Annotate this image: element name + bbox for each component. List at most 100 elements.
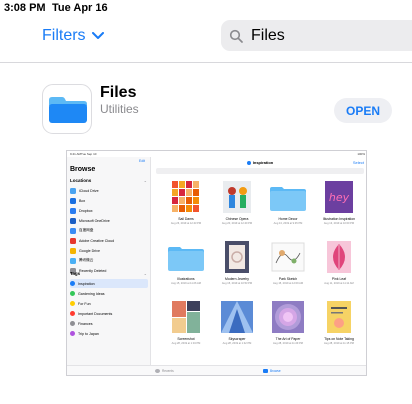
preview-file-name: Sail Dams (178, 217, 194, 221)
preview-location-label: 腾讯微云 (79, 258, 94, 262)
preview-location-label: iCloud Drive (79, 188, 99, 193)
search-icon (229, 29, 243, 43)
preview-edit-button: Edit (139, 159, 146, 163)
preview-select-button: Select (352, 160, 364, 165)
header-divider (0, 62, 412, 63)
svg-text:hey: hey (329, 191, 350, 204)
preview-file-name: Illustrations (177, 277, 195, 281)
file-thumbnail (319, 299, 359, 340)
preview-file-date: Aug 11, 2019 at 11:11 AM (324, 282, 354, 285)
preview-file-name: Illustration Inspiration (322, 217, 356, 221)
tag-dot-icon (70, 291, 75, 296)
file-thumbnail (217, 179, 257, 220)
preview-location-label: Box (79, 198, 86, 203)
preview-file-date: Aug 20, 2019 at 12:40 PM (221, 222, 253, 225)
preview-folder-title: Inspiration (152, 160, 366, 165)
file-thumbnail (217, 299, 257, 340)
location-icon (70, 227, 76, 234)
preview-tab-bar: Recents Browse (67, 365, 366, 375)
preview-location-item: Recently Deleted (70, 266, 148, 275)
preview-file-name: Modern Jewelry (225, 277, 249, 281)
preview-status-time: 9:41 AM (70, 152, 82, 156)
file-thumbnail (268, 299, 308, 340)
preview-file-name: Screenshot (177, 337, 195, 341)
preview-browse-title: Browse (70, 166, 96, 173)
tag-dot-icon (246, 160, 251, 165)
preview-file-date: Aug 28, 2019 at 1:42 PM (222, 342, 252, 345)
preview-file-date: Aug 13, 2019 at 9:45 PM (273, 222, 303, 225)
preview-file-date: Aug 26, 2019 at 12:43 PM (170, 222, 202, 225)
location-icon (70, 187, 76, 194)
location-icon (70, 257, 76, 264)
preview-location-label: Adobe Creative Cloud (79, 238, 115, 243)
open-button[interactable]: OPEN (334, 98, 392, 123)
preview-location-label: Dropbox (79, 208, 93, 213)
preview-file-name: The Art of Paper (275, 337, 301, 341)
folder-icon (268, 179, 308, 220)
preview-tag-item: Gardening Ideas (70, 289, 148, 298)
preview-tags-header: Tags (70, 271, 81, 276)
preview-main: Inspiration Select Sail Dams Aug 26, 2019… (152, 157, 366, 365)
file-thumbnail (319, 239, 359, 280)
preview-file-name: Chinese Opera (225, 217, 249, 221)
preview-location-item: Google Drive (70, 246, 148, 255)
preview-location-label: Microsoft OneDrive (79, 218, 110, 223)
file-thumbnail (166, 299, 206, 340)
preview-file-date: Aug 15, 2019 at 10:53 PM (221, 282, 253, 285)
app-icon[interactable] (42, 84, 92, 134)
location-icon (70, 247, 76, 254)
preview-file-name: Park Sketch (278, 277, 298, 281)
preview-file-name: Home Decor (278, 217, 298, 221)
preview-file-date: Aug 13, 2019 at 10:00 PM (323, 222, 355, 225)
preview-file-name: Pink Leaf (331, 277, 347, 281)
filters-button[interactable]: Filters (42, 26, 104, 46)
preview-location-label: Google Drive (79, 248, 100, 253)
folder-icon (43, 85, 91, 133)
preview-file-date: Aug 15, 2019 at 12:09 AM (273, 282, 303, 285)
app-name[interactable]: Files (100, 84, 136, 102)
preview-location-item: Adobe Creative Cloud (70, 236, 148, 245)
preview-locations-header: Locations (70, 178, 92, 183)
chevron-down-icon: ⌄ (143, 178, 147, 183)
preview-tab-browse: Browse (263, 369, 281, 373)
location-icon (70, 237, 76, 244)
preview-tag-label: Inspiration (78, 281, 95, 286)
preview-search-field (156, 168, 364, 174)
folder-icon (166, 239, 206, 280)
tag-dot-icon (70, 331, 75, 336)
tag-dot-icon (70, 281, 75, 286)
tag-dot-icon (70, 321, 75, 326)
folder-icon (263, 369, 268, 373)
status-time: 3:08 PM (4, 2, 46, 14)
preview-location-label: 百度网盘 (79, 228, 94, 232)
status-date: Tue Apr 16 (52, 2, 108, 14)
preview-file-date: Aug 15, 2019 at 11:26 AM (171, 282, 201, 285)
app-category: Utilities (100, 102, 139, 116)
preview-file-name: Skyscraper (228, 337, 246, 341)
preview-file-date: Aug 28, 2019 at 11:15 PM (324, 342, 354, 345)
chevron-down-icon: ⌄ (143, 271, 147, 276)
search-input[interactable]: Files (251, 27, 285, 45)
preview-location-item: Box (70, 196, 148, 205)
preview-tag-item: Trip to Japan (70, 329, 148, 338)
preview-tab-recents: Recents (155, 369, 174, 373)
preview-location-item: 腾讯微云 (70, 256, 148, 265)
preview-tag-label: For Fun (78, 301, 91, 306)
preview-file-name: Tips on Note Taking (324, 337, 354, 341)
preview-tag-item: Finances (70, 319, 148, 328)
preview-file-date: Aug 28, 2019 at 1:34 PM (171, 342, 201, 345)
preview-location-item: 百度网盘 (70, 226, 148, 235)
location-icon (70, 217, 76, 224)
search-field[interactable]: Files (221, 20, 412, 51)
file-thumbnail: hey (319, 179, 359, 220)
preview-sidebar: Edit Browse Locations ⌄ iCloud Drive Box D… (67, 157, 151, 365)
location-icon (70, 197, 76, 204)
preview-status-date: Tue Sep 10 (81, 152, 97, 156)
status-bar: 3:08 PM Tue Apr 16 (0, 0, 412, 16)
clock-icon (155, 369, 160, 373)
app-screenshot[interactable]: 9:41 AM Tue Sep 10 100% Edit Browse Loca… (66, 150, 367, 376)
location-icon (70, 207, 76, 214)
chevron-down-icon (91, 27, 104, 45)
preview-location-item: Dropbox (70, 206, 148, 215)
preview-location-item: iCloud Drive (70, 186, 148, 195)
